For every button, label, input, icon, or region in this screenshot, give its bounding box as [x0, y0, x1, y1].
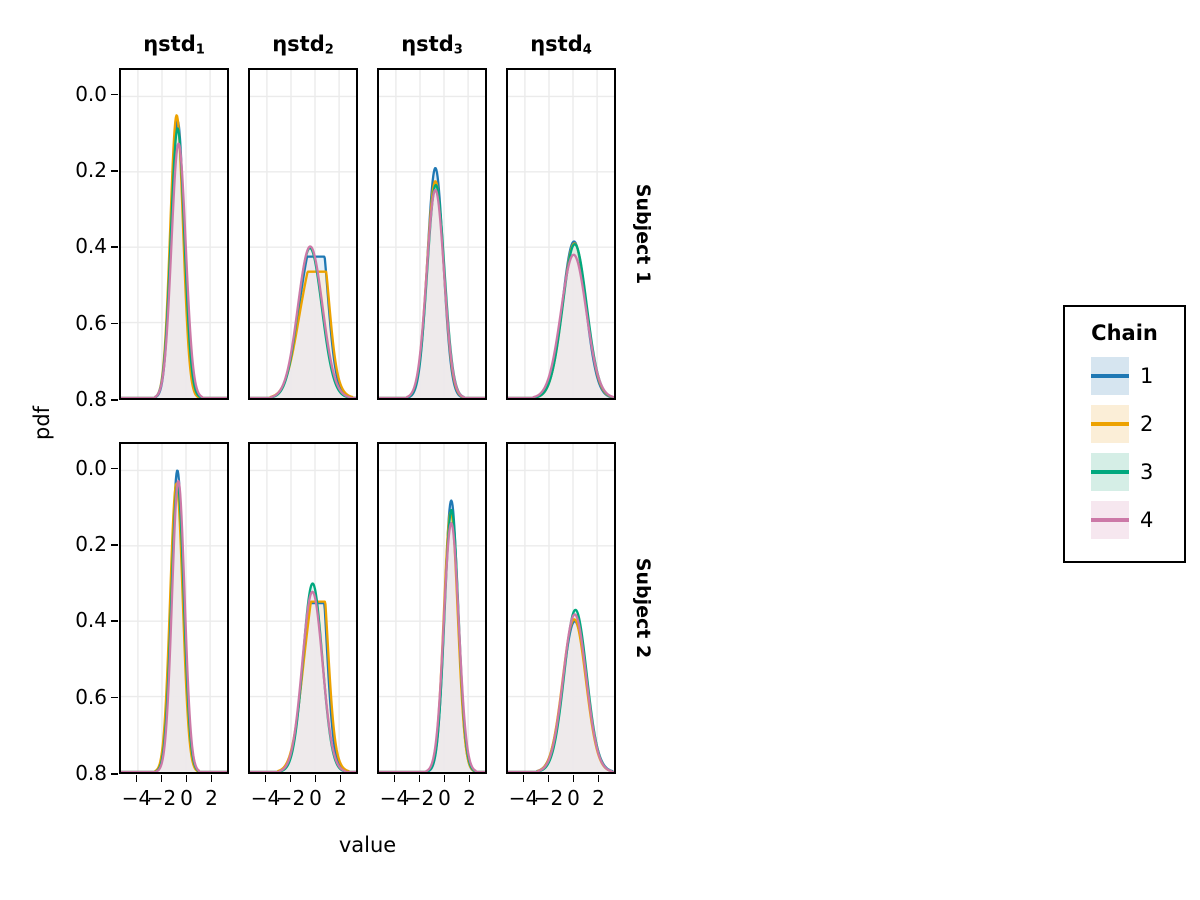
y-tick-label: 0.0	[75, 81, 107, 106]
facet-label-sub: 2	[324, 42, 334, 58]
y-tick-label: 0.0	[75, 455, 107, 480]
x-tick-label: 2	[463, 786, 476, 810]
x-tick-mark	[289, 775, 292, 782]
facet-strip-top-4: ηstd4	[506, 32, 616, 57]
legend-item-2[interactable]: 2	[1091, 405, 1153, 443]
y-tick-mark	[111, 696, 118, 699]
x-tick-label: 2	[592, 786, 605, 810]
panel-subject-1-col4	[506, 68, 616, 400]
legend-item-4[interactable]: 4	[1091, 501, 1153, 539]
facet-strip-top-3: ηstd3	[377, 32, 487, 57]
legend-key-swatch	[1091, 501, 1129, 539]
y-tick-label: 0.4	[75, 608, 107, 633]
facet-label-sub: 3	[453, 42, 463, 58]
x-tick-mark	[160, 775, 163, 782]
facet-strip-right-1: Subject 1	[630, 68, 656, 400]
x-tick-label: 2	[205, 786, 218, 810]
legend-title: Chain	[1091, 321, 1158, 345]
facet-strip-top-2: ηstd2	[248, 32, 358, 57]
facet-label-sub: 4	[582, 42, 592, 58]
x-tick-mark	[393, 775, 396, 782]
facet-label-base: ηstd	[272, 32, 325, 56]
legend-item-label: 2	[1140, 411, 1154, 436]
legend-key-line	[1091, 518, 1129, 522]
y-tick-label: 0.4	[75, 234, 107, 259]
x-tick-mark	[572, 775, 575, 782]
y-tick-label: 0.8	[75, 761, 107, 785]
panel-subject-1-col1	[119, 68, 229, 400]
facet-row-label: Subject 1	[632, 183, 655, 285]
legend-item-label: 4	[1140, 507, 1154, 532]
chart-root: pdf value ηstd1 ηstd2 ηstd3 ηstd4 Subject 10…	[0, 0, 1200, 900]
facet-label-sub: 1	[195, 42, 205, 58]
legend-key-line	[1091, 470, 1129, 474]
y-tick-label: 0.2	[75, 158, 107, 183]
panel-subject-2-col3	[377, 442, 487, 774]
facet-label-base: ηstd	[530, 32, 583, 56]
y-tick-label: 0.6	[75, 684, 107, 709]
legend-key-swatch	[1091, 405, 1129, 443]
x-tick-mark	[522, 775, 525, 782]
y-tick-label: 0.6	[75, 310, 107, 335]
y-tick-mark	[111, 773, 118, 775]
x-tick-label: 2	[334, 786, 347, 810]
x-tick-mark	[443, 775, 446, 782]
x-tick-mark	[547, 775, 550, 782]
x-tick-mark	[468, 775, 471, 782]
legend: Chain 1 2 3 4	[1063, 305, 1186, 563]
legend-item-1[interactable]: 1	[1091, 357, 1153, 395]
x-tick-mark	[264, 775, 267, 782]
x-tick-mark	[185, 775, 188, 782]
y-tick-mark	[111, 620, 118, 622]
facet-strip-right-2: Subject 2	[630, 442, 656, 774]
x-tick-mark	[210, 775, 213, 782]
x-tick-mark	[314, 775, 317, 782]
facet-label-base: ηstd	[401, 32, 454, 56]
panel-subject-2-col2	[248, 442, 358, 774]
legend-key-line	[1091, 374, 1129, 378]
y-tick-label: 0.2	[75, 532, 107, 557]
legend-key-line	[1091, 422, 1129, 426]
x-tick-mark	[339, 775, 342, 782]
y-tick-label: 0.8	[75, 387, 107, 411]
y-tick-mark	[111, 399, 118, 401]
legend-item-label: 1	[1140, 363, 1154, 388]
panel-subject-2-col1	[119, 442, 229, 774]
y-tick-mark	[111, 170, 118, 172]
x-tick-mark	[597, 775, 600, 782]
facet-label-base: ηstd	[143, 32, 196, 56]
y-tick-mark	[111, 544, 118, 546]
y-axis-title: pdf	[30, 405, 54, 440]
y-tick-mark	[111, 322, 118, 325]
x-tick-mark	[135, 775, 138, 782]
panel-subject-1-col3	[377, 68, 487, 400]
y-tick-mark	[111, 93, 118, 96]
panel-subject-2-col4	[506, 442, 616, 774]
y-tick-mark	[111, 467, 118, 470]
facet-strip-top-1: ηstd1	[119, 32, 229, 57]
legend-item-label: 3	[1140, 459, 1154, 484]
legend-key-swatch	[1091, 453, 1129, 491]
panel-subject-1-col2	[248, 68, 358, 400]
x-axis-title: value	[338, 833, 397, 857]
x-tick-mark	[418, 775, 421, 782]
facet-row-label: Subject 2	[632, 557, 655, 659]
legend-item-3[interactable]: 3	[1091, 453, 1153, 491]
legend-key-swatch	[1091, 357, 1129, 395]
y-tick-mark	[111, 246, 118, 248]
